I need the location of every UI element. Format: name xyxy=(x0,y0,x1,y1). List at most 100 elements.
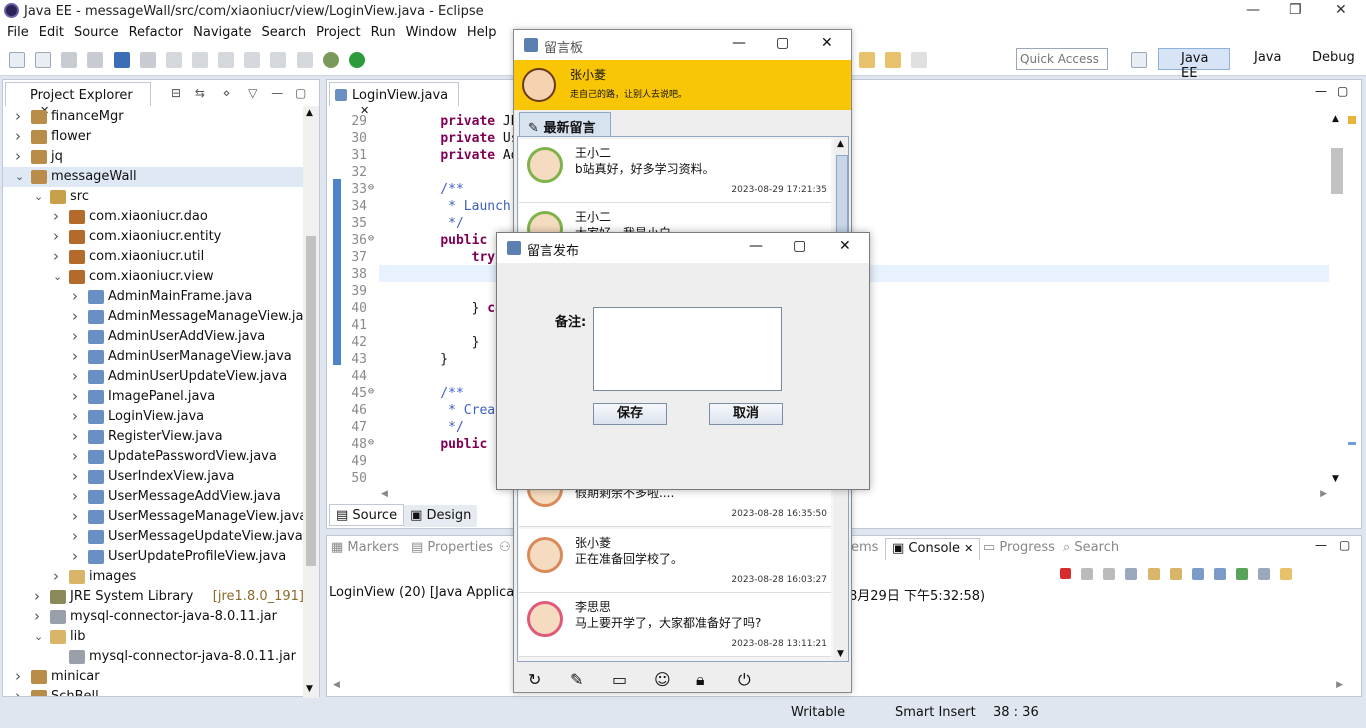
close-button[interactable]: ✕ xyxy=(1335,2,1347,18)
bottom-tab-console[interactable]: ▣ Console ✕ xyxy=(885,538,981,560)
terminate-icon[interactable] xyxy=(218,52,235,68)
editor-scroll-thumb[interactable] xyxy=(1331,148,1343,194)
code-line[interactable]: */ xyxy=(409,216,464,231)
chevron-right-icon[interactable]: › xyxy=(72,367,78,385)
tab-latest-messages[interactable]: ✎ 最新留言 xyxy=(519,112,611,136)
perspective-debug[interactable]: Debug xyxy=(1292,50,1355,65)
resume-icon[interactable] xyxy=(165,52,182,68)
debug-icon[interactable] xyxy=(322,52,339,68)
terminate-icon[interactable] xyxy=(1060,568,1071,579)
new-icon[interactable] xyxy=(9,52,25,68)
fold-icon[interactable]: ⊖ xyxy=(368,437,374,448)
tab-source[interactable]: ▤ Source xyxy=(329,504,405,526)
tree-item[interactable]: › financeMgr xyxy=(3,107,303,127)
dialog-maximize-button[interactable]: ▢ xyxy=(793,238,806,254)
scroll-up-icon[interactable]: ▲ xyxy=(1332,114,1339,124)
scroll-down-icon[interactable]: ▼ xyxy=(837,649,844,659)
tree-item[interactable]: › AdminUserManageView.java xyxy=(3,347,303,367)
collapse-all-icon[interactable]: ⊟ xyxy=(171,86,181,100)
chevron-right-icon[interactable]: › xyxy=(72,387,78,405)
write-message-icon[interactable]: ✎ xyxy=(570,670,583,689)
explorer-scrollbar[interactable]: ▲ ▼ xyxy=(303,106,319,698)
scroll-down-icon[interactable]: ▼ xyxy=(1332,474,1339,484)
tree-item[interactable]: › RegisterView.java xyxy=(3,427,303,447)
scroll-up-icon[interactable]: ▲ xyxy=(306,108,313,118)
chevron-right-icon[interactable]: › xyxy=(72,547,78,565)
tree-item[interactable]: › AdminUserAddView.java xyxy=(3,327,303,347)
menu-source[interactable]: Source xyxy=(69,22,124,40)
refresh-icon[interactable]: ↻ xyxy=(528,670,541,689)
remove-all-icon[interactable] xyxy=(1103,567,1116,580)
show-on-output-icon[interactable] xyxy=(1191,567,1204,580)
menu-navigate[interactable]: Navigate xyxy=(188,22,256,40)
run-icon[interactable] xyxy=(348,52,365,68)
tree-item[interactable]: › com.xiaoniucr.entity xyxy=(3,227,303,247)
chevron-right-icon[interactable]: › xyxy=(72,487,78,505)
user-avatar[interactable] xyxy=(522,68,556,102)
profile-icon[interactable]: ☺ xyxy=(654,670,671,689)
word-wrap-icon[interactable] xyxy=(1169,567,1182,580)
chevron-right-icon[interactable]: › xyxy=(72,327,78,345)
tree-item[interactable]: › LoginView.java xyxy=(3,407,303,427)
view-menu-icon[interactable]: ▽ xyxy=(248,86,257,100)
tree-item[interactable]: › JRE System Library [jre1.8.0_191] xyxy=(3,587,303,607)
my-messages-icon[interactable]: ▭ xyxy=(612,670,627,689)
mw-maximize-button[interactable]: ▢ xyxy=(776,35,789,51)
close-icon[interactable]: ✕ xyxy=(964,542,973,555)
pin-console-icon[interactable] xyxy=(1236,567,1249,580)
clear-console-icon[interactable] xyxy=(1125,567,1138,580)
quick-access-input[interactable] xyxy=(1016,48,1108,70)
tree-item[interactable]: mysql-connector-java-8.0.11.jar xyxy=(3,647,303,667)
bottom-tab-markers[interactable]: ▦ Markers xyxy=(331,540,399,555)
tree-item[interactable]: › com.xiaoniucr.util xyxy=(3,247,303,267)
tree-item[interactable]: ⌄ lib xyxy=(3,627,303,647)
code-line[interactable]: */ xyxy=(409,420,464,435)
menu-search[interactable]: Search xyxy=(256,22,311,40)
remove-launch-icon[interactable] xyxy=(1081,567,1094,580)
console-maximize-icon[interactable]: ▢ xyxy=(1339,538,1350,552)
link-editor-icon[interactable]: ⇆ xyxy=(195,86,205,100)
chevron-right-icon[interactable]: › xyxy=(53,567,59,585)
code-line[interactable]: /** xyxy=(409,386,464,401)
chevron-right-icon[interactable]: › xyxy=(15,667,21,685)
scroll-down-icon[interactable]: ▼ xyxy=(306,684,313,694)
menu-help[interactable]: Help xyxy=(462,22,502,40)
bottom-tab-progress[interactable]: ▭ Progress xyxy=(983,540,1055,555)
dialog-minimize-button[interactable]: — xyxy=(749,238,763,254)
menu-refactor[interactable]: Refactor xyxy=(124,22,189,40)
chevron-right-icon[interactable]: › xyxy=(53,247,59,265)
tree-item[interactable]: › UserMessageAddView.java xyxy=(3,487,303,507)
chevron-down-icon[interactable]: ⌄ xyxy=(53,270,62,283)
editor-vscroll[interactable]: ▲ ▼ xyxy=(1329,112,1345,486)
chevron-right-icon[interactable]: › xyxy=(15,147,21,165)
open-console-icon[interactable] xyxy=(1280,567,1293,580)
code-line[interactable]: /** xyxy=(409,182,464,197)
tree-item[interactable]: ⌄ messageWall xyxy=(3,167,303,187)
menu-project[interactable]: Project xyxy=(311,22,365,40)
tree-item[interactable]: › SchBell xyxy=(3,687,303,696)
save-icon[interactable] xyxy=(61,52,78,68)
chevron-right-icon[interactable]: › xyxy=(72,427,78,445)
chevron-right-icon[interactable]: › xyxy=(15,107,21,125)
tree-item[interactable]: › UserMessageManageView.java xyxy=(3,507,303,527)
scroll-right-icon[interactable]: ▶ xyxy=(1320,489,1327,499)
message-item[interactable]: 李思思 马上要开学了，大家都准备好了吗? 2023-08-28 13:11:21 xyxy=(519,593,831,657)
minimize-view-icon[interactable]: — xyxy=(271,86,283,100)
chevron-right-icon[interactable]: › xyxy=(72,507,78,525)
occurrence-marker[interactable] xyxy=(1348,442,1356,445)
step-return-icon[interactable] xyxy=(296,52,313,68)
tree-item[interactable]: › ImagePanel.java xyxy=(3,387,303,407)
tree-item[interactable]: › AdminUserUpdateView.java xyxy=(3,367,303,387)
display-console-icon[interactable] xyxy=(1258,567,1271,580)
tree-item[interactable]: › mysql-connector-java-8.0.11.jar xyxy=(3,607,303,627)
chevron-down-icon[interactable]: ⌄ xyxy=(15,170,24,183)
console-minimize-icon[interactable]: — xyxy=(1315,538,1327,552)
bottom-tab-properties[interactable]: ▤ Properties xyxy=(411,540,493,555)
scroll-left-icon[interactable]: ◀ xyxy=(333,680,340,690)
tree-item[interactable]: › UserUpdateProfileView.java xyxy=(3,547,303,567)
editor-tab-loginview[interactable]: LoginView.java ✕ xyxy=(329,82,459,117)
chevron-right-icon[interactable]: › xyxy=(72,347,78,365)
editor-minimize-icon[interactable]: — xyxy=(1315,84,1327,98)
lock-icon[interactable]: 🔒︎ xyxy=(696,670,705,690)
menu-run[interactable]: Run xyxy=(366,22,401,40)
